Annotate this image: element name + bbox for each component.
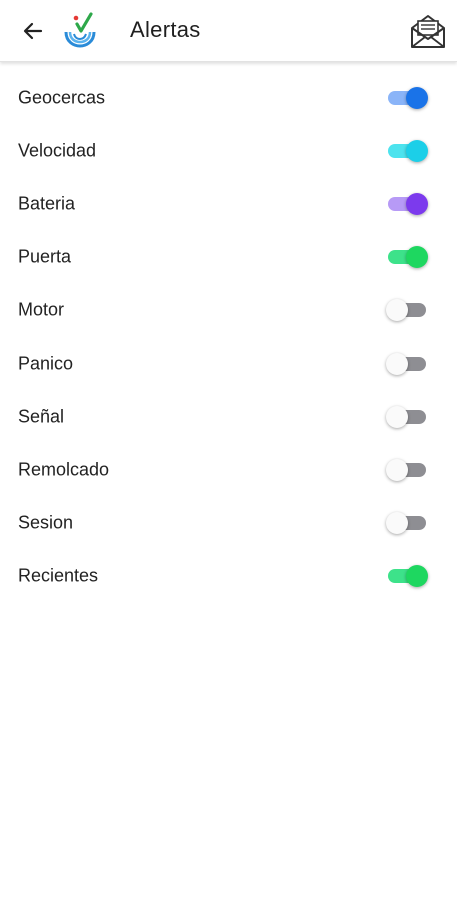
alert-row-motor: Motor [0,284,457,337]
mail-button[interactable] [407,10,449,52]
alert-label: Remolcado [18,459,110,480]
alert-label: Puerta [18,246,72,267]
alert-label: Bateria [18,193,76,214]
remolcado-toggle[interactable] [386,457,430,483]
arrow-left-icon [23,22,43,40]
alert-label: Recientes [18,565,99,586]
motor-toggle[interactable] [386,297,430,323]
alert-label: Motor [18,299,65,320]
toggle-thumb [406,246,428,269]
alert-row-puerta: Puerta [0,231,457,284]
alert-row-recientes: Recientes [0,550,457,603]
alert-row-velocidad: Velocidad [0,124,457,177]
alert-label: Sesion [18,512,74,533]
alert-label: Señal [18,406,65,427]
sesion-toggle[interactable] [386,510,430,536]
toggle-thumb [406,139,428,162]
alert-label: Velocidad [18,140,97,161]
velocidad-toggle[interactable] [386,138,430,164]
toggle-thumb [406,565,428,588]
toggle-thumb [386,405,408,428]
toggle-thumb [386,512,408,535]
bateria-toggle[interactable] [386,191,430,217]
alert-row-remolcado: Remolcado [0,443,457,496]
alerts-list: Geocercas Velocidad Bateria Puerta Motor [0,71,457,603]
alert-row-sesion: Sesion [0,497,457,550]
page-title: Alertas [130,17,201,42]
alert-row-bateria: Bateria [0,177,457,230]
panico-toggle[interactable] [386,351,430,377]
alert-row-geocercas: Geocercas [0,71,457,124]
app-logo-icon [64,12,96,48]
alert-label: Panico [18,353,74,374]
puerta-toggle[interactable] [386,244,430,270]
geocercas-toggle[interactable] [386,85,430,111]
alert-row-panico: Panico [0,337,457,390]
toggle-thumb [406,86,428,109]
senal-toggle[interactable] [386,404,430,430]
back-button[interactable] [16,14,50,48]
toggle-thumb [386,458,408,481]
toggle-thumb [406,192,428,215]
app-bar: Alertas [0,0,457,62]
alert-label: Geocercas [18,87,106,108]
open-envelope-icon [411,15,445,48]
recientes-toggle[interactable] [386,563,430,589]
toggle-thumb [386,352,408,375]
toggle-thumb [386,299,408,322]
alert-row-senal: Señal [0,390,457,443]
